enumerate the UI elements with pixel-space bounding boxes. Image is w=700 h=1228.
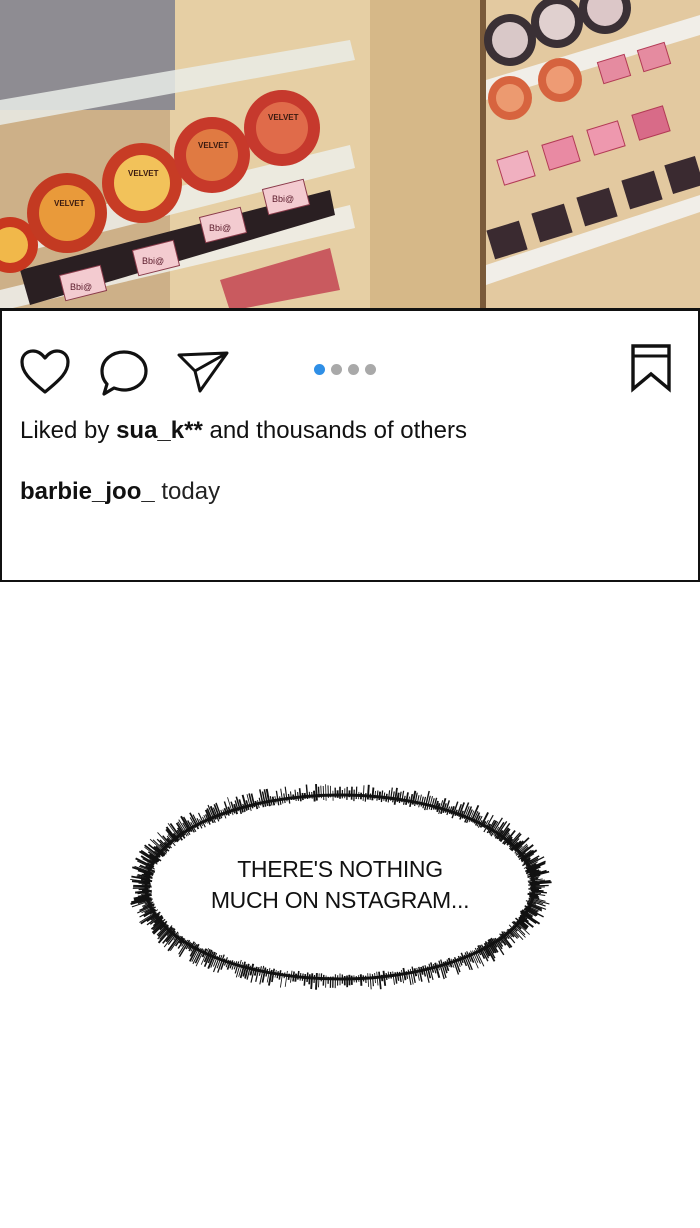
compact-label: VELVET (198, 141, 229, 150)
author-username[interactable]: barbie_joo_ (20, 478, 155, 505)
compact-label: VELVET (54, 199, 85, 208)
compact-label: VELVET (268, 113, 299, 122)
bubble-spike (303, 974, 307, 986)
bubble-line-2: MUCH ON NSTAGRAM... (210, 887, 470, 913)
carousel-indicator (314, 363, 376, 375)
carousel-dot[interactable] (314, 363, 325, 375)
post-image: VELVET VELVET VELVET VELVET Bbi@ Bbi@ Bb… (0, 0, 700, 311)
compact-label: VELVET (128, 169, 159, 178)
post-caption: barbie_joo_ today (20, 478, 220, 506)
palette-label: Bbi@ (272, 194, 294, 204)
send-icon[interactable] (176, 349, 230, 395)
comment-icon[interactable] (98, 348, 150, 398)
palette-label: Bbi@ (70, 282, 92, 292)
bubble-spike (315, 784, 318, 801)
bubble-spike (322, 974, 325, 986)
carousel-dot[interactable] (348, 363, 359, 375)
bubble-spike (355, 786, 358, 800)
likes-user-link[interactable]: sua_k** (116, 417, 203, 444)
post-card: Liked by sua_k** and thousands of others… (0, 309, 700, 582)
bubble-spike (325, 784, 327, 801)
heart-icon[interactable] (19, 348, 71, 396)
bubble-spike (315, 973, 318, 990)
palette-label: Bbi@ (209, 223, 231, 233)
likes-prefix: Liked by (20, 417, 110, 444)
bubble-spike (322, 785, 325, 801)
carousel-dot[interactable] (331, 363, 342, 375)
bubble-text: THERE'S NOTHING MUCH ON NSTAGRAM... (128, 854, 552, 916)
likes-suffix: and thousands of others (209, 417, 467, 444)
palette-label: Bbi@ (142, 256, 164, 266)
post-timestamp: today (161, 478, 221, 505)
bookmark-icon[interactable] (629, 343, 673, 393)
carousel-dot[interactable] (365, 363, 376, 375)
bubble-spike (310, 973, 314, 990)
bubble-line-1: THERE'S NOTHING (237, 856, 443, 882)
thought-bubble: THERE'S NOTHING MUCH ON NSTAGRAM... (128, 780, 552, 994)
likes-summary: Liked by sua_k** and thousands of others (20, 417, 467, 445)
bubble-spike (371, 787, 375, 801)
makeup-shelf-illustration: VELVET VELVET VELVET VELVET Bbi@ Bbi@ Bb… (0, 0, 700, 311)
bubble-spike (359, 974, 363, 986)
